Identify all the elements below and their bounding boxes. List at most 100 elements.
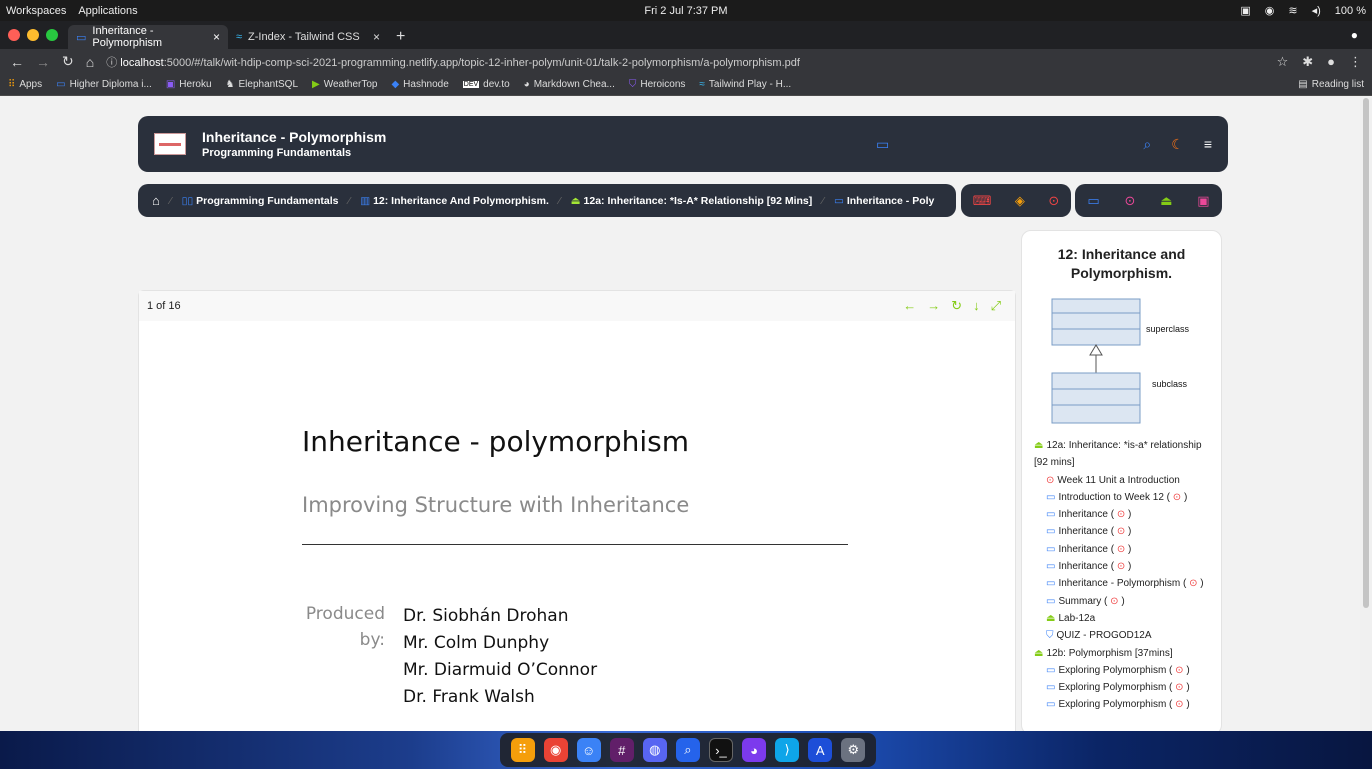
list-item[interactable]: ▭ Inheritance ( ⊙ ) [1034, 506, 1209, 523]
reload-icon[interactable]: ↻ [62, 53, 74, 70]
battery-indicator[interactable]: 100 % [1335, 5, 1366, 17]
authors-list: Dr. Siobhán Drohan Mr. Colm Dunphy Mr. D… [403, 603, 597, 711]
moon-icon[interactable]: ☾ [1171, 136, 1184, 153]
list-item[interactable]: ▭ Inheritance ( ⊙ ) [1034, 541, 1209, 558]
home-icon[interactable]: ⌂ [152, 193, 160, 208]
scrollbar-thumb[interactable] [1363, 98, 1369, 608]
browser-menu-icon[interactable]: ⋮ [1349, 54, 1362, 70]
search-app-icon[interactable]: ⌕ [675, 738, 700, 762]
home-icon[interactable]: ⌂ [86, 54, 94, 70]
tab-search-icon[interactable]: ● [1351, 21, 1358, 49]
graduation-cap-icon[interactable]: ◈ [1015, 193, 1025, 209]
workspaces-menu[interactable]: Workspaces [6, 5, 66, 17]
tab-inheritance-polymorphism[interactable]: ▭ Inheritance - Polymorphism × [68, 25, 228, 49]
slides-icon: ▭ [1046, 664, 1056, 676]
close-window-button[interactable] [8, 29, 20, 41]
github-icon: ◕ [523, 79, 530, 90]
list-item[interactable]: ▭ Exploring Polymorphism ( ⊙ ) [1034, 662, 1209, 679]
list-item[interactable]: ▭ Exploring Polymorphism ( ⊙ ) [1034, 679, 1209, 696]
maximize-window-button[interactable] [46, 29, 58, 41]
beaker-icon: ⏏ [1034, 647, 1044, 659]
menu-icon[interactable]: ≡ [1204, 136, 1212, 153]
minimize-window-button[interactable] [27, 29, 39, 41]
video-icon[interactable]: ⊙ [1048, 193, 1059, 209]
fullscreen-icon[interactable]: ⤢ [991, 298, 1001, 314]
breadcrumb-current-talk[interactable]: ▭ Inheritance - Poly [834, 195, 934, 207]
discord-icon[interactable]: ◍ [642, 738, 667, 762]
tailwind-icon: ≈ [236, 31, 243, 43]
bookmark-hashnode[interactable]: ◆ Hashnode [391, 79, 448, 90]
system-clock[interactable]: Fri 2 Jul 7:37 PM [0, 5, 1372, 17]
bookmark-devto[interactable]: DEV dev.to [462, 79, 510, 90]
video-icon: ⊙ [1116, 561, 1126, 573]
list-item[interactable]: ⛉ QUIZ - PROGOD12A [1034, 627, 1209, 644]
breadcrumb-topic-12[interactable]: ▥ 12: Inheritance And Polymorphism. [360, 195, 549, 207]
beaker-icon[interactable]: ⏏ [1160, 193, 1172, 209]
web-page: Inheritance - Polymorphism Programming F… [0, 96, 1372, 731]
chrome-icon[interactable]: ◉ [543, 738, 568, 762]
search-icon[interactable]: ⌕ [1143, 136, 1151, 153]
steam-tray-icon[interactable]: ◉ [1265, 4, 1275, 17]
prev-page-arrow-icon[interactable]: ← [903, 298, 916, 314]
topic-sidebar: 12: Inheritance and Polymorphism. superc… [1021, 230, 1222, 731]
bookmark-higher-diploma[interactable]: ▭ Higher Diploma i... [56, 79, 152, 90]
list-item[interactable]: ▭ Inheritance ( ⊙ ) [1034, 523, 1209, 540]
bookmark-markdown[interactable]: ◕ Markdown Chea... [524, 79, 615, 90]
bookmark-apps[interactable]: ⠿ Apps [8, 79, 42, 90]
list-item[interactable]: ▭ Inheritance ( ⊙ ) [1034, 558, 1209, 575]
slides-icon: ▭ [1046, 682, 1056, 694]
list-item[interactable]: ▭ Summary ( ⊙ ) [1034, 593, 1209, 610]
heroku-icon: ▣ [165, 79, 176, 90]
forward-arrow-icon[interactable]: → [36, 54, 50, 70]
list-item[interactable]: ⏏ 12b: Polymorphism [37mins] [1034, 645, 1209, 662]
list-item[interactable]: ⏏ Lab-12a [1034, 610, 1209, 627]
vscode-icon[interactable]: ⟩ [775, 738, 800, 762]
close-tab-icon[interactable]: × [213, 30, 220, 44]
breadcrumb-programming-fundamentals[interactable]: ▯▯ Programming Fundamentals [182, 195, 339, 207]
app-grid-icon[interactable]: ⠿ [510, 738, 535, 762]
author-name: Mr. Diarmuid O’Connor [403, 660, 598, 680]
list-item[interactable]: ⏏ 12a: Inheritance: *is-a* relationship [… [1034, 437, 1209, 472]
rotate-icon[interactable]: ↻ [951, 298, 962, 314]
reading-list-button[interactable]: ▤ Reading list [1298, 79, 1364, 90]
download-icon[interactable]: ↓ [973, 298, 980, 314]
devto-icon: DEV [462, 81, 480, 88]
next-page-arrow-icon[interactable]: → [927, 298, 940, 314]
archive-icon[interactable]: ▣ [1197, 193, 1209, 209]
address-bar[interactable]: ⓘ localhost:5000/#/talk/wit-hdip-comp-sc… [106, 54, 800, 70]
bookmark-heroku[interactable]: ▣ Heroku [166, 79, 212, 90]
profile-avatar[interactable]: ● [1327, 54, 1335, 70]
tab-tailwind-zindex[interactable]: ≈ Z-Index - Tailwind CSS × [228, 25, 388, 49]
bookmark-elephantsql[interactable]: ♞ ElephantSQL [226, 79, 298, 90]
applications-menu[interactable]: Applications [78, 5, 137, 17]
app-store-icon[interactable]: A [808, 738, 833, 762]
new-tab-button[interactable]: + [388, 25, 413, 49]
back-arrow-icon[interactable]: ← [10, 54, 24, 70]
extensions-puzzle-icon[interactable]: ✱ [1302, 54, 1313, 70]
video-icon[interactable]: ⊙ [1124, 193, 1135, 209]
github-desktop-icon[interactable]: ◕ [742, 738, 767, 762]
bookmark-tailwind-play[interactable]: ≈ Tailwind Play - H... [699, 79, 791, 90]
list-item[interactable]: ▭ Exploring Polymorphism ( ⊙ ) [1034, 696, 1209, 713]
bookmark-weathertop[interactable]: ▶ WeatherTop [312, 79, 377, 90]
list-item[interactable]: ▭ Introduction to Week 12 ( ⊙ ) [1034, 489, 1209, 506]
chat-icon[interactable]: ⌨ [973, 193, 992, 209]
volume-icon[interactable]: ◂) [1312, 4, 1321, 17]
settings-gear-icon[interactable]: ⚙ [841, 738, 866, 762]
resource-type-pill-1: ⌨ ◈ ⊙ [961, 184, 1071, 217]
teams-tray-icon[interactable]: ▣ [1240, 4, 1250, 17]
close-tab-icon[interactable]: × [373, 30, 380, 44]
wifi-icon[interactable]: ≋ [1288, 4, 1297, 17]
slides-icon[interactable]: ▭ [1087, 193, 1099, 209]
breadcrumb-unit-12a[interactable]: ⏏ 12a: Inheritance: *Is-A* Relationship … [571, 195, 813, 207]
bookmark-heroicons[interactable]: ⛉ Heroicons [629, 79, 686, 90]
video-icon: ⊙ [1172, 491, 1182, 503]
finder-icon[interactable]: ☺ [576, 738, 601, 762]
list-item[interactable]: ⊙ Week 11 Unit a Introduction [1034, 472, 1209, 489]
terminal-icon[interactable]: ›_ [709, 738, 733, 762]
list-item[interactable]: ▭ Inheritance - Polymorphism ( ⊙ ) [1034, 575, 1209, 592]
slack-icon[interactable]: # [609, 738, 634, 762]
bookmark-star-icon[interactable]: ☆ [1277, 54, 1289, 70]
page-scrollbar[interactable] [1360, 96, 1372, 731]
video-icon: ⊙ [1116, 543, 1126, 555]
